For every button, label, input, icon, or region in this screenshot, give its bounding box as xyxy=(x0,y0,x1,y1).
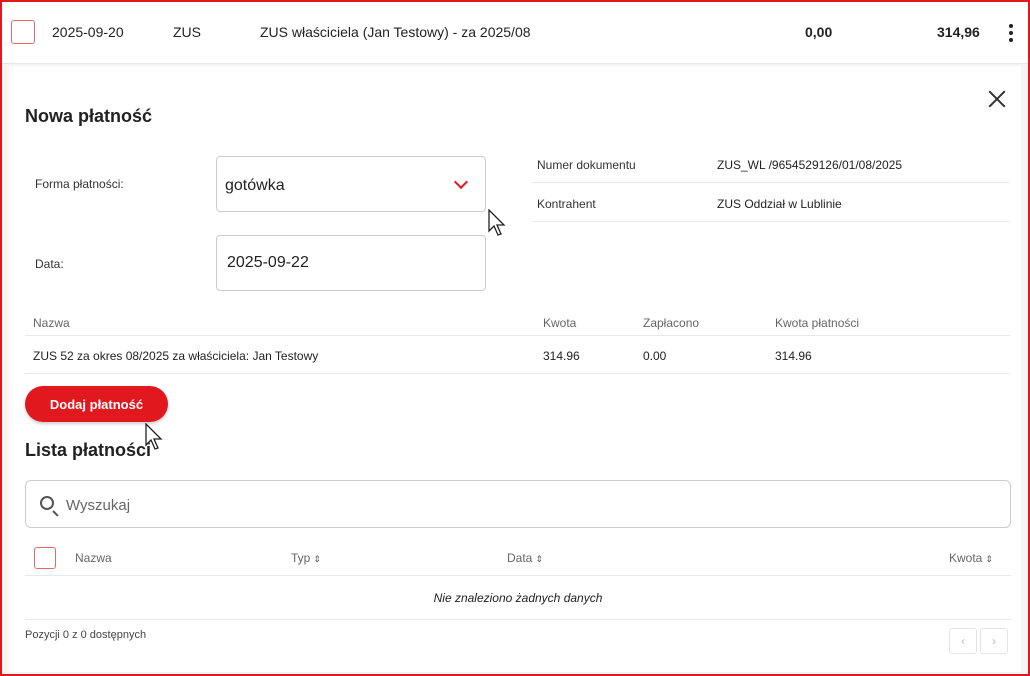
list-header: Nazwa Typ ⇕ Data ⇕ Kwota ⇕ xyxy=(25,538,1011,576)
row-checkbox[interactable] xyxy=(11,20,35,44)
empty-message: Nie znaleziono żadnych danych xyxy=(433,591,603,605)
date-field[interactable] xyxy=(216,235,486,291)
list-col-date[interactable]: Data ⇕ xyxy=(507,551,543,565)
list-col-type-label: Typ xyxy=(291,551,311,565)
doc-number-row: Numer dokumentu ZUS_WL /9654529126/01/08… xyxy=(532,144,1010,183)
row-description: ZUS właściciela (Jan Testowy) - za 2025/… xyxy=(260,24,531,40)
col-payment-amount: Kwota płatności xyxy=(775,316,860,330)
prev-page-button[interactable]: ‹ xyxy=(949,628,977,654)
table-row: ZUS 52 za okres 08/2025 za właściciela: … xyxy=(25,336,1010,374)
payment-list-table: Nazwa Typ ⇕ Data ⇕ Kwota ⇕ Nie znaleziono ż… xyxy=(25,538,1011,620)
payment-form-select[interactable]: gotówka xyxy=(216,156,486,212)
item-name: ZUS 52 za okres 08/2025 za właściciela: … xyxy=(33,349,319,363)
empty-state: Nie znaleziono żadnych danych xyxy=(25,576,1011,620)
more-options-icon[interactable] xyxy=(1001,20,1021,46)
sort-icon: ⇕ xyxy=(985,554,993,564)
panel-title: Nowa płatność xyxy=(25,106,153,126)
row-date: 2025-09-20 xyxy=(52,24,124,40)
list-col-name: Nazwa xyxy=(75,551,112,565)
date-label: Data: xyxy=(35,257,64,271)
list-col-amount-label: Kwota xyxy=(949,551,983,565)
col-name: Nazwa xyxy=(33,316,70,330)
next-page-button[interactable]: › xyxy=(980,628,1008,654)
row-amount: 314,96 xyxy=(937,24,980,40)
row-paid: 0,00 xyxy=(805,24,833,40)
item-payment-amount: 314.96 xyxy=(775,349,812,363)
add-payment-button[interactable]: Dodaj płatność xyxy=(25,386,168,422)
contractor-value: ZUS Oddział w Lublinie xyxy=(717,197,842,211)
chevron-down-icon xyxy=(453,174,469,190)
search-box[interactable] xyxy=(25,480,1011,528)
search-input[interactable] xyxy=(66,491,966,519)
payment-form-label: Forma płatności: xyxy=(35,177,124,191)
mouse-cursor-icon xyxy=(145,423,163,450)
contractor-row: Kontrahent ZUS Oddział w Lublinie xyxy=(532,183,1010,222)
list-col-date-label: Data xyxy=(507,551,533,565)
sort-icon: ⇕ xyxy=(313,554,321,564)
payment-list-title: Lista płatności xyxy=(25,440,152,460)
close-icon[interactable] xyxy=(986,88,1008,110)
contractor-label: Kontrahent xyxy=(537,197,596,211)
document-row[interactable]: 2025-09-20 ZUS ZUS właściciela (Jan Test… xyxy=(2,2,1028,64)
row-type: ZUS xyxy=(173,24,201,40)
item-amount: 314.96 xyxy=(543,349,580,363)
new-payment-panel: Nowa płatność Forma płatności: gotówka D… xyxy=(9,66,1021,672)
select-all-checkbox[interactable] xyxy=(34,547,56,569)
item-paid: 0.00 xyxy=(643,349,667,363)
items-header: Nazwa Kwota Zapłacono Kwota płatności xyxy=(25,306,1010,336)
doc-number-value: ZUS_WL /9654529126/01/08/2025 xyxy=(717,158,903,172)
col-amount: Kwota xyxy=(543,316,577,330)
mouse-cursor-icon xyxy=(488,209,506,236)
payment-form-value: gotówka xyxy=(225,177,285,194)
app-frame: 2025-09-20 ZUS ZUS właściciela (Jan Test… xyxy=(0,0,1030,676)
doc-number-label: Numer dokumentu xyxy=(537,158,636,172)
sort-icon: ⇕ xyxy=(535,554,543,564)
search-icon xyxy=(40,496,54,510)
col-paid: Zapłacono xyxy=(643,316,700,330)
items-table: Nazwa Kwota Zapłacono Kwota płatności ZU… xyxy=(25,306,1010,374)
list-col-amount[interactable]: Kwota ⇕ xyxy=(949,551,993,565)
pager-info: Pozycji 0 z 0 dostępnych xyxy=(25,629,147,641)
list-col-type[interactable]: Typ ⇕ xyxy=(291,551,321,565)
